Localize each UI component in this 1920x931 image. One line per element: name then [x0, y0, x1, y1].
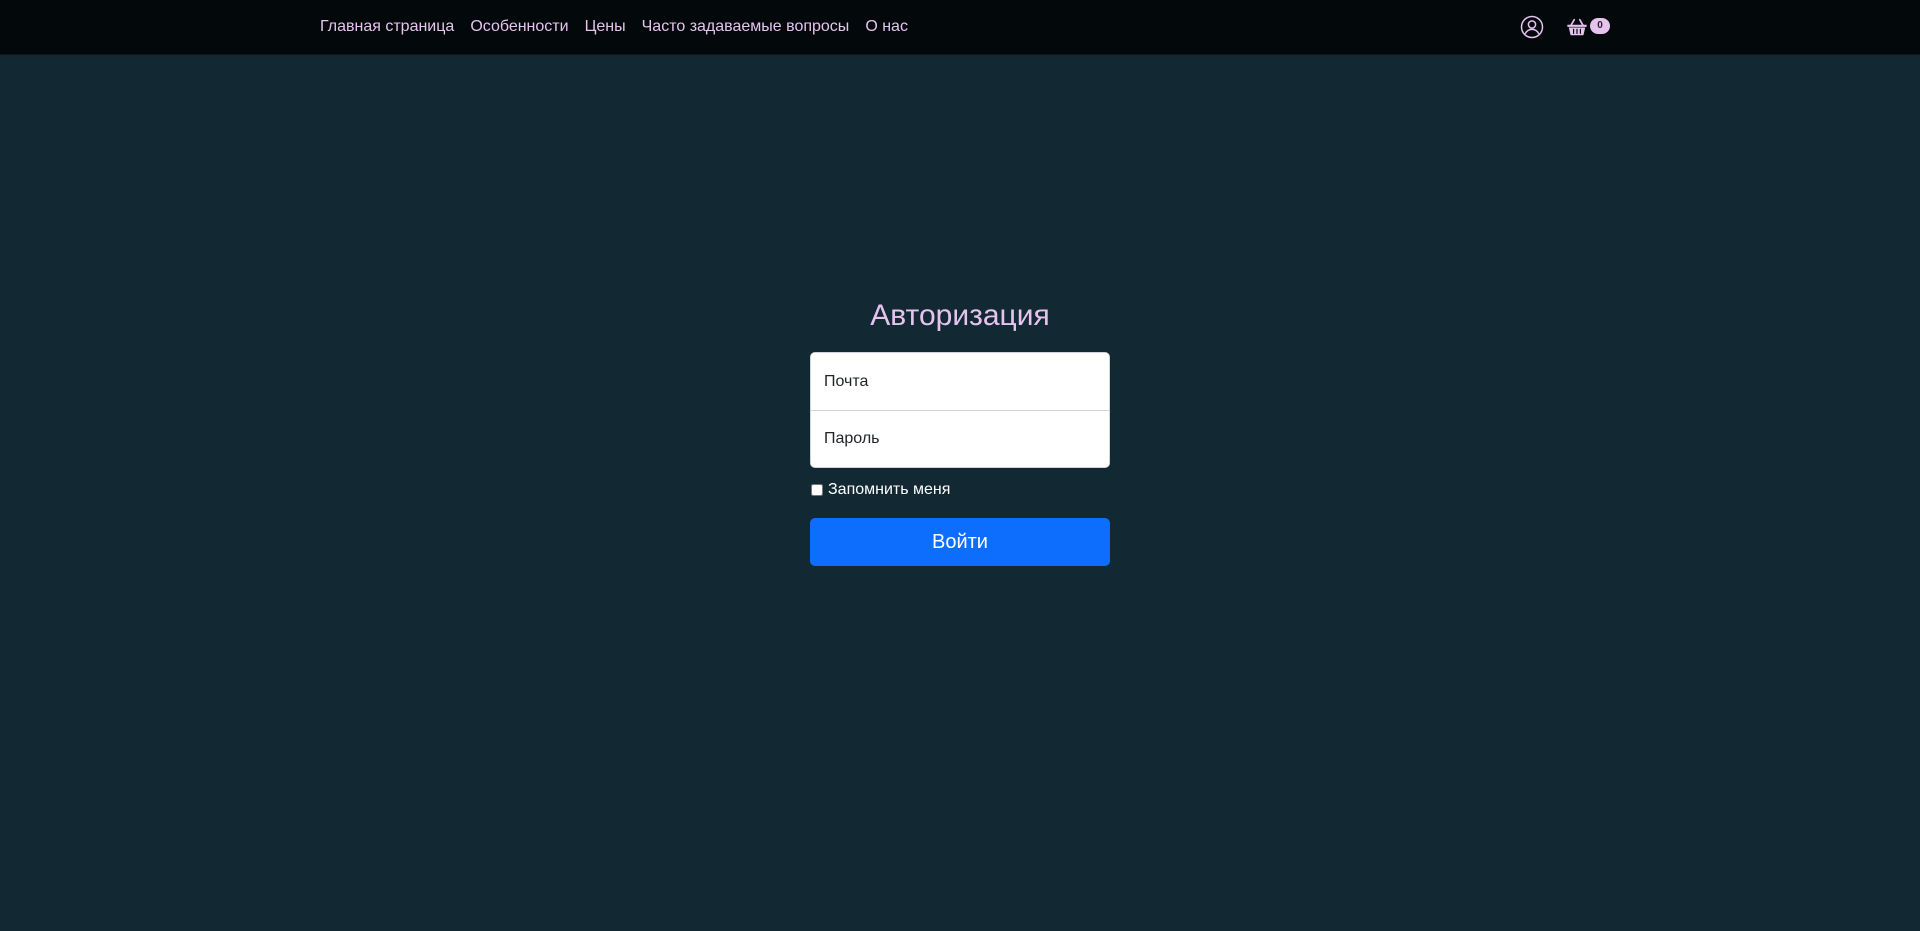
nav-link-about[interactable]: О нас — [865, 18, 908, 36]
top-navbar: Главная страница Особенности Цены Часто … — [0, 0, 1920, 54]
user-circle-icon[interactable] — [1520, 15, 1544, 39]
login-form: Авторизация Запомнить меня Войти — [810, 296, 1110, 566]
page-title: Авторизация — [870, 299, 1050, 332]
credentials-group — [810, 352, 1110, 468]
basket-icon — [1567, 18, 1587, 36]
remember-me-label[interactable]: Запомнить меня — [828, 481, 950, 499]
nav-links: Главная страница Особенности Цены Часто … — [320, 0, 908, 54]
nav-link-features[interactable]: Особенности — [470, 18, 568, 36]
remember-me-row: Запомнить меня — [810, 480, 1110, 500]
nav-link-home[interactable]: Главная страница — [320, 18, 454, 36]
remember-me-checkbox[interactable] — [811, 484, 823, 496]
cart-button[interactable]: 0 — [1566, 16, 1610, 38]
password-field[interactable] — [811, 410, 1109, 467]
nav-icons: 0 — [1520, 0, 1610, 54]
login-button[interactable]: Войти — [810, 518, 1110, 566]
cart-count-badge: 0 — [1590, 18, 1610, 34]
email-field[interactable] — [811, 353, 1109, 410]
nav-link-faq[interactable]: Часто задаваемые вопросы — [642, 18, 850, 36]
nav-link-pricing[interactable]: Цены — [585, 18, 626, 36]
